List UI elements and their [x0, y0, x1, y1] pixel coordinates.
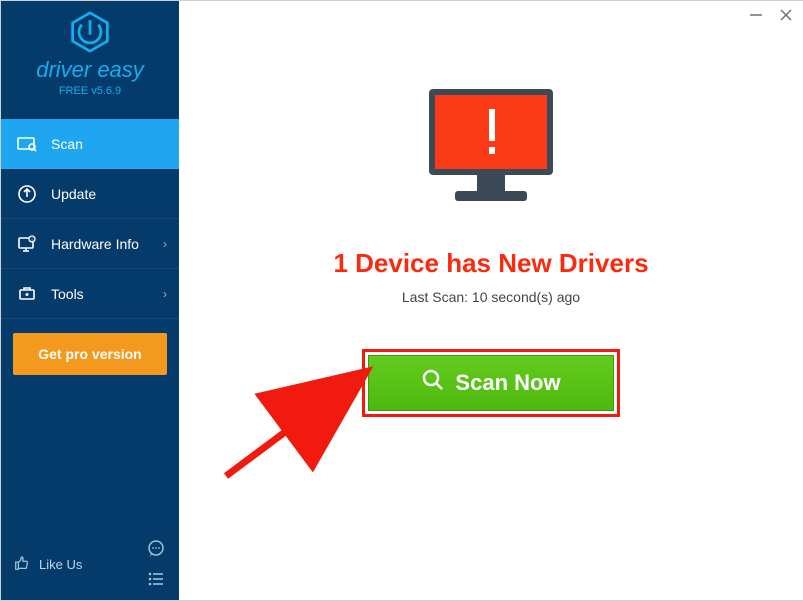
sidebar-item-label: Hardware Info — [51, 236, 139, 252]
sidebar-item-label: Tools — [51, 286, 84, 302]
scan-now-button[interactable]: Scan Now — [368, 355, 614, 411]
headline: 1 Device has New Drivers — [333, 248, 648, 279]
sidebar-item-label: Scan — [51, 136, 83, 152]
main: 1 Device has New Drivers Last Scan: 10 s… — [179, 1, 803, 600]
like-us-label: Like Us — [39, 557, 82, 572]
tools-icon — [17, 284, 37, 304]
scan-icon — [17, 134, 37, 154]
update-icon — [17, 184, 37, 204]
chevron-right-icon: › — [163, 237, 167, 251]
footer-icons — [145, 538, 167, 590]
minimize-button[interactable] — [748, 7, 764, 23]
get-pro-button[interactable]: Get pro version — [13, 333, 167, 375]
sidebar: driver easy FREE v5.6.9 Scan Update — [1, 1, 179, 600]
sidebar-item-update[interactable]: Update — [1, 169, 179, 219]
chevron-right-icon: › — [163, 287, 167, 301]
brand-name: driver easy — [36, 57, 144, 83]
logo-icon — [69, 11, 111, 53]
scan-button-highlight: Scan Now — [362, 349, 620, 417]
svg-text:i: i — [31, 237, 32, 243]
feedback-icon[interactable] — [145, 538, 167, 560]
get-pro-label: Get pro version — [38, 346, 141, 362]
thumbs-up-icon — [13, 554, 31, 575]
window-controls — [748, 7, 794, 23]
sidebar-item-label: Update — [51, 186, 96, 202]
monitor-alert-icon — [411, 81, 571, 226]
close-button[interactable] — [778, 7, 794, 23]
menu-list-icon[interactable] — [145, 568, 167, 590]
brand-version: FREE v5.6.9 — [59, 85, 121, 97]
nav: Scan Update i Hardware Inf — [1, 119, 179, 319]
scan-now-label: Scan Now — [455, 370, 560, 396]
sidebar-item-tools[interactable]: Tools › — [1, 269, 179, 319]
sidebar-footer: Like Us — [1, 528, 179, 600]
sidebar-item-hardware-info[interactable]: i Hardware Info › — [1, 219, 179, 269]
brand: driver easy FREE v5.6.9 — [1, 1, 179, 105]
last-scan-label: Last Scan: 10 second(s) ago — [402, 289, 580, 305]
sidebar-item-scan[interactable]: Scan — [1, 119, 179, 169]
hardware-icon: i — [17, 234, 37, 254]
like-us-button[interactable]: Like Us — [13, 554, 82, 575]
search-icon — [421, 368, 445, 398]
